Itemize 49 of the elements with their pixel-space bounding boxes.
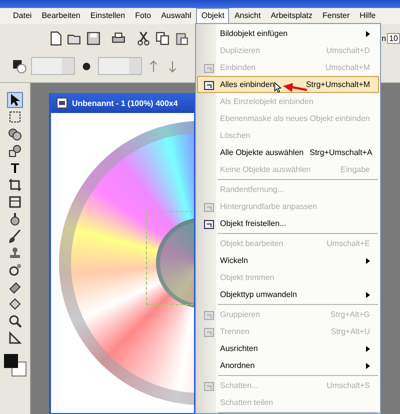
zoom-label: n [382, 34, 386, 42]
bottle-tool-icon[interactable] [8, 212, 22, 226]
frame-tool-icon[interactable] [8, 195, 22, 209]
copy-icon[interactable] [155, 30, 170, 46]
menu-bar-item[interactable]: Bearbeiten [36, 8, 86, 24]
cut-icon[interactable] [136, 30, 151, 46]
menu-item[interactable]: Alle Objekte auswählen Strg+Umschalt+A [197, 144, 379, 161]
menu-item[interactable]: Alles einbinden Strg+Umschalt+M [197, 76, 379, 93]
pointer-cursor-icon [274, 82, 281, 93]
new-document-icon[interactable] [48, 30, 63, 46]
stamp-tool-icon[interactable] [8, 246, 22, 260]
spin-field[interactable] [31, 57, 75, 75]
menu-bar-item[interactable]: Datei [8, 8, 37, 24]
retouch-tool-icon[interactable] [8, 263, 22, 277]
document-icon [56, 97, 68, 109]
zoom-tool-icon[interactable] [8, 314, 22, 328]
menu-bar-item[interactable]: Arbeitsplatz [266, 8, 318, 24]
measure-tool-icon[interactable] [8, 331, 22, 345]
selection-tool-icon[interactable] [8, 110, 22, 124]
color-swatches-icon[interactable] [3, 352, 27, 378]
crop-tool-icon[interactable] [8, 178, 22, 192]
menu-item[interactable]: Ausrichten [197, 340, 379, 357]
menu-item[interactable]: Objekttyp umwandeln [197, 286, 379, 303]
menu-bar-item[interactable]: Foto [130, 8, 156, 24]
menu-item[interactable]: Objekt freistellen... [197, 215, 379, 232]
document-title-text: Unbenannt - 1 (100%) 400x4 [72, 98, 178, 108]
save-icon[interactable] [86, 30, 101, 46]
color-swatch-icon[interactable] [12, 58, 27, 74]
menu-bar-item[interactable]: Hilfe [354, 8, 381, 24]
fill-tool-icon[interactable] [8, 297, 22, 311]
menu-bar-item[interactable]: Ansicht [229, 8, 266, 24]
spin-field[interactable] [98, 57, 142, 75]
shapes-tool-icon[interactable] [8, 144, 22, 158]
menu-bar-item[interactable]: Fenster [318, 8, 355, 24]
zoom-field[interactable]: 10 [387, 32, 400, 44]
menu-bar-item[interactable]: Einstellen [85, 8, 130, 24]
circles-tool-icon[interactable] [8, 127, 22, 141]
paste-icon[interactable] [174, 30, 189, 46]
annotation-arrow [283, 83, 307, 93]
eraser-tool-icon[interactable] [8, 280, 22, 294]
menu-bar-item[interactable]: Auswahl [156, 8, 196, 24]
pointer-tool-icon[interactable] [8, 93, 22, 107]
menu-bar-item[interactable]: Objekt [196, 8, 230, 24]
text-tool[interactable]: T [8, 161, 22, 175]
menu-item[interactable]: Wickeln [197, 252, 379, 269]
print-icon[interactable] [111, 30, 126, 46]
menu-item[interactable]: Anordnen [197, 357, 379, 374]
brush-tool-icon[interactable] [8, 229, 22, 243]
menu-item[interactable]: Bildobjekt einfügen [197, 25, 379, 42]
